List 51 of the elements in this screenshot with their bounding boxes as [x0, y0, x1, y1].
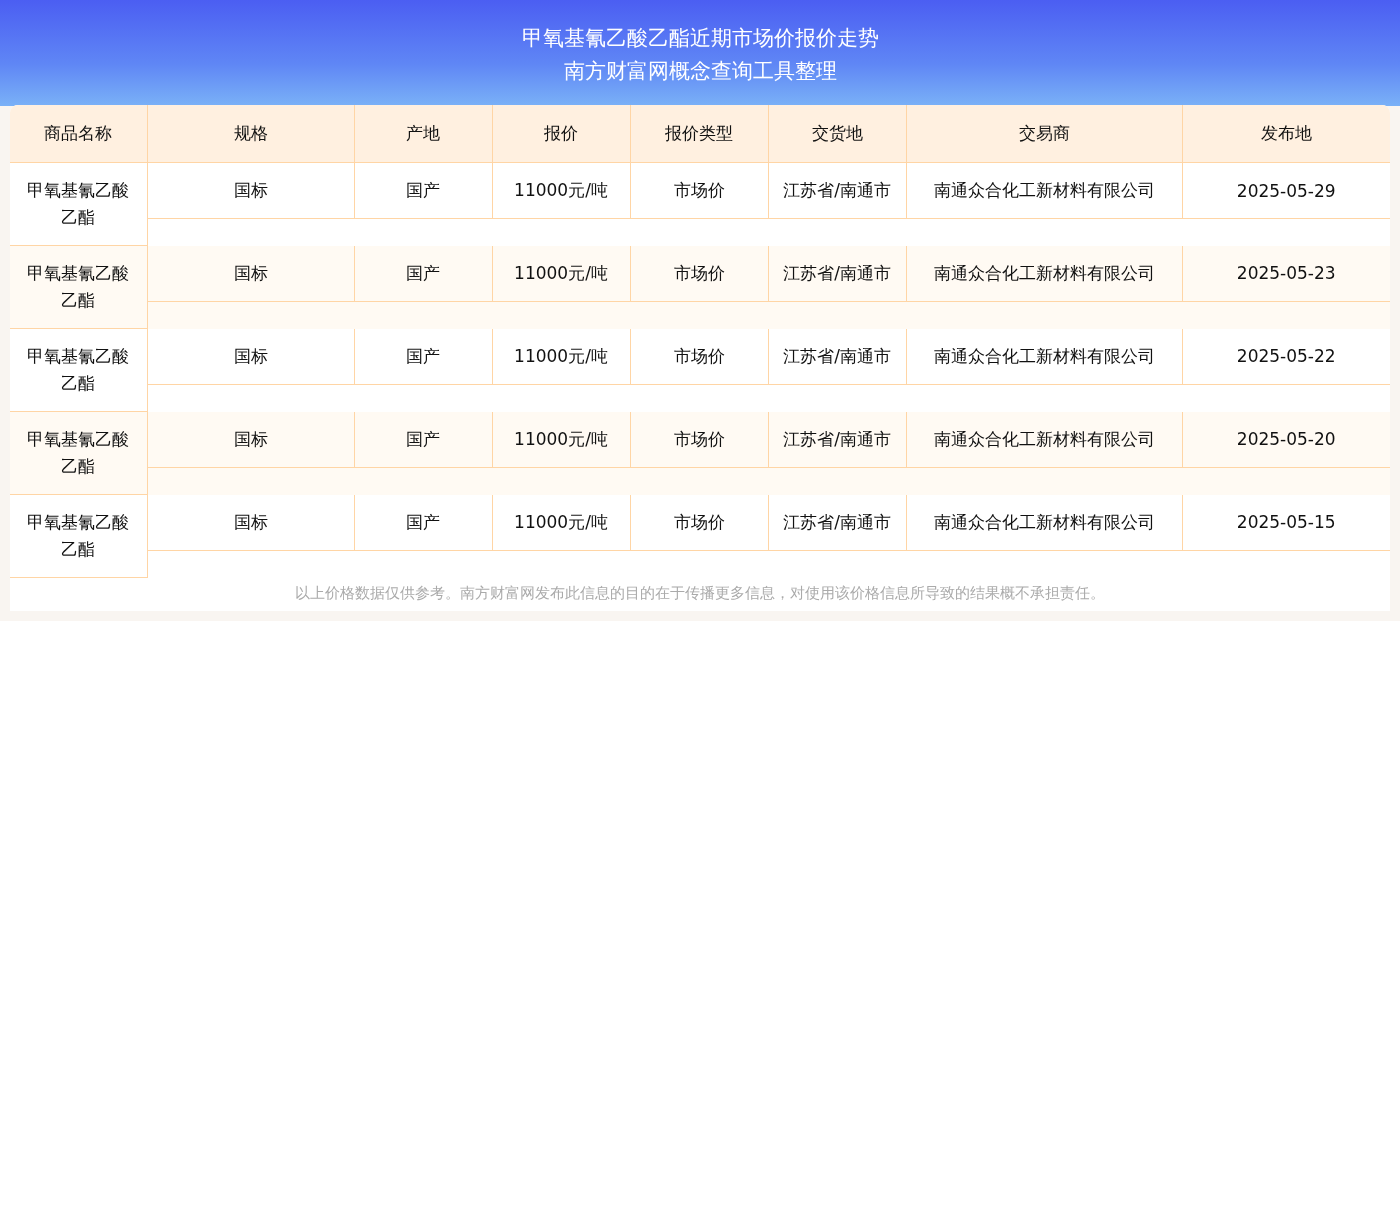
table-cell: 甲氧基氰乙酸乙酯	[10, 494, 147, 578]
table-cell: 11000元/吨	[492, 411, 630, 468]
table-cell: 国产	[354, 411, 492, 468]
column-header: 报价类型	[630, 105, 768, 163]
table-cell: 甲氧基氰乙酸乙酯	[10, 245, 147, 329]
table-cell: 江苏省/南通市	[768, 162, 906, 219]
table-cell: 11000元/吨	[492, 245, 630, 302]
column-header: 报价	[492, 105, 630, 163]
table-cell: 甲氧基氰乙酸乙酯	[10, 162, 147, 246]
table-cell: 国产	[354, 494, 492, 551]
table-cell: 南通众合化工新材料有限公司	[906, 494, 1182, 551]
table-cell: 南通众合化工新材料有限公司	[906, 162, 1182, 219]
column-header: 商品名称	[10, 105, 147, 163]
table-cell: 11000元/吨	[492, 494, 630, 551]
table-cell: 南通众合化工新材料有限公司	[906, 411, 1182, 468]
table-cell: 2025-05-20	[1182, 411, 1390, 468]
table-cell: 市场价	[630, 328, 768, 385]
table-cell: 江苏省/南通市	[768, 245, 906, 302]
disclaimer-text: 以上价格数据仅供参考。南方财富网发布此信息的目的在于传播更多信息，对使用该价格信息所导致的结果概不承担责任。	[294, 583, 1106, 604]
table-cell: 国标	[147, 328, 354, 385]
table-cell: 2025-05-15	[1182, 494, 1390, 551]
page-title: 甲氧基氰乙酸乙酯近期市场价报价走势	[520, 25, 880, 52]
table-cell: 甲氧基氰乙酸乙酯	[10, 328, 147, 412]
column-header: 交货地	[768, 105, 906, 163]
table-cell: 2025-05-23	[1182, 245, 1390, 302]
table-cell: 2025-05-22	[1182, 328, 1390, 385]
table-cell: 国标	[147, 494, 354, 551]
table-cell: 南通众合化工新材料有限公司	[906, 328, 1182, 385]
table-cell: 江苏省/南通市	[768, 328, 906, 385]
column-header: 交易商	[906, 105, 1182, 163]
column-header: 发布地	[1182, 105, 1390, 163]
table-cell: 市场价	[630, 411, 768, 468]
table-cell: 11000元/吨	[492, 328, 630, 385]
table-cell: 江苏省/南通市	[768, 411, 906, 468]
table-cell: 国产	[354, 328, 492, 385]
table-cell: 11000元/吨	[492, 162, 630, 219]
page-subtitle: 南方财富网概念查询工具整理	[562, 58, 838, 85]
table-cell: 南通众合化工新材料有限公司	[906, 245, 1182, 302]
table-cell: 国产	[354, 245, 492, 302]
table-cell: 国标	[147, 162, 354, 219]
table-cell: 国产	[354, 162, 492, 219]
table-cell: 2025-05-29	[1182, 162, 1390, 219]
table-cell: 市场价	[630, 494, 768, 551]
table-cell: 江苏省/南通市	[768, 494, 906, 551]
column-header: 产地	[354, 105, 492, 163]
column-header: 规格	[147, 105, 354, 163]
table-cell: 市场价	[630, 245, 768, 302]
table-cell: 市场价	[630, 162, 768, 219]
table-cell: 国标	[147, 411, 354, 468]
table-cell: 国标	[147, 245, 354, 302]
table-cell: 甲氧基氰乙酸乙酯	[10, 411, 147, 495]
